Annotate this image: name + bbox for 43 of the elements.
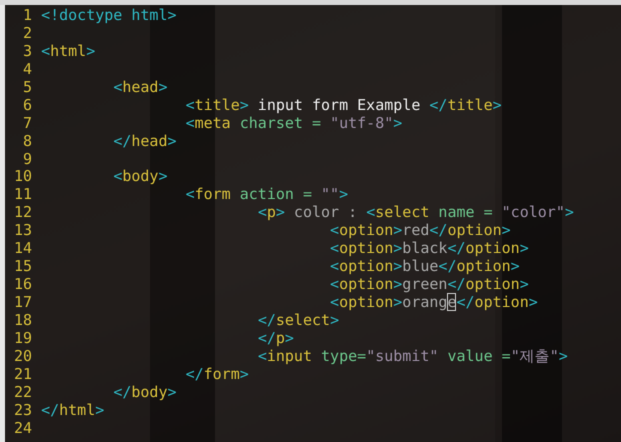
code-line: <input type="submit" value ="제출"> (256, 348, 568, 366)
line-number: 5 (22, 78, 32, 97)
code-line: </body> (112, 384, 177, 402)
line-number: 8 (22, 132, 32, 150)
code-line: <head> (112, 78, 168, 97)
line-number: 12 (13, 204, 32, 222)
line-number: 3 (22, 42, 32, 61)
code-line: </head> (112, 132, 177, 150)
code-line: <form action = ""> (184, 186, 348, 204)
line-number: 7 (22, 114, 32, 133)
code-line: <option>black</option> (329, 240, 529, 258)
line-number: 11 (13, 186, 32, 204)
code-line: <meta charset = "utf-8"> (184, 114, 402, 133)
line-number: 21 (13, 366, 32, 384)
line-number: 14 (13, 240, 32, 258)
code-line: <p> color : <select name = "color"> (256, 204, 574, 222)
code-line: <html> (41, 42, 96, 61)
line-number: 19 (13, 330, 32, 348)
line-number: 9 (22, 150, 32, 168)
code-line: </html> (41, 402, 104, 420)
line-number: 16 (13, 276, 32, 294)
line-number: 23 (13, 402, 32, 420)
line-number: 22 (13, 384, 32, 402)
code-line: <!doctype html> (41, 7, 177, 25)
line-number: 17 (13, 294, 32, 312)
line-number: 18 (13, 312, 32, 330)
code-line: <option>red</option> (329, 222, 511, 240)
code-line: <option>green</option> (329, 276, 529, 294)
line-number: 4 (22, 60, 32, 79)
line-number: 6 (22, 96, 32, 115)
line-number: 10 (13, 168, 32, 186)
line-number: 20 (13, 348, 32, 366)
code-line: <option>blue</option> (329, 258, 520, 276)
code-line: </form> (184, 366, 249, 384)
line-number: 15 (13, 258, 32, 276)
code-line: </select> (256, 312, 340, 330)
line-number: 13 (13, 222, 32, 240)
code-line: <title> input form Example </title> (184, 96, 502, 115)
code-line: <body> (112, 168, 168, 186)
code-line: </p> (256, 330, 294, 348)
line-number: 24 (13, 420, 32, 438)
line-number: 2 (22, 24, 32, 43)
line-number: 1 (22, 7, 32, 25)
